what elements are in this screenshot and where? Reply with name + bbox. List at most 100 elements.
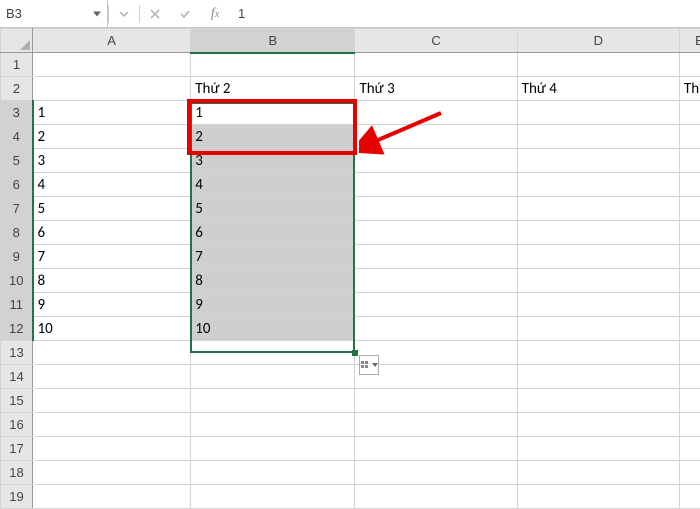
cell-C8[interactable] [355, 221, 517, 245]
cell-A12[interactable]: 10 [33, 317, 191, 341]
fill-handle[interactable] [352, 350, 358, 356]
cell-C17[interactable] [355, 437, 517, 461]
cell-A1[interactable] [33, 53, 191, 77]
row-header-15[interactable]: 15 [1, 389, 33, 413]
cell-B1[interactable] [191, 53, 355, 77]
cell-E2[interactable]: Thứ [679, 77, 700, 101]
row-header-19[interactable]: 19 [1, 485, 33, 509]
cell-E4[interactable] [679, 125, 700, 149]
cell-C16[interactable] [355, 413, 517, 437]
cell-E10[interactable] [679, 269, 700, 293]
cell-B2[interactable]: Thứ 2 [191, 77, 355, 101]
row-header-13[interactable]: 13 [1, 341, 33, 365]
row-header-1[interactable]: 1 [1, 53, 33, 77]
cell-C2[interactable]: Thứ 3 [355, 77, 517, 101]
cell-E16[interactable] [679, 413, 700, 437]
cell-D18[interactable] [517, 461, 679, 485]
cell-C5[interactable] [355, 149, 517, 173]
cell-C11[interactable] [355, 293, 517, 317]
cell-D3[interactable] [517, 101, 679, 125]
name-box[interactable]: B3 [0, 0, 108, 27]
row-header-18[interactable]: 18 [1, 461, 33, 485]
col-header-B[interactable]: B [191, 29, 355, 53]
cell-C13[interactable] [355, 341, 517, 365]
cell-C1[interactable] [355, 53, 517, 77]
cell-D19[interactable] [517, 485, 679, 509]
cell-B12[interactable]: 10 [191, 317, 355, 341]
cell-E3[interactable] [679, 101, 700, 125]
cell-B15[interactable] [191, 389, 355, 413]
cell-C15[interactable] [355, 389, 517, 413]
row-header-14[interactable]: 14 [1, 365, 33, 389]
cell-A19[interactable] [33, 485, 191, 509]
cell-C12[interactable] [355, 317, 517, 341]
cell-D14[interactable] [517, 365, 679, 389]
cell-A13[interactable] [33, 341, 191, 365]
cell-A16[interactable] [33, 413, 191, 437]
cell-E7[interactable] [679, 197, 700, 221]
cell-D11[interactable] [517, 293, 679, 317]
row-header-10[interactable]: 10 [1, 269, 33, 293]
row-header-7[interactable]: 7 [1, 197, 33, 221]
cell-A15[interactable] [33, 389, 191, 413]
cell-D16[interactable] [517, 413, 679, 437]
cell-A9[interactable]: 7 [33, 245, 191, 269]
cell-B4[interactable]: 2 [191, 125, 355, 149]
col-header-E[interactable]: E [679, 29, 700, 53]
row-header-17[interactable]: 17 [1, 437, 33, 461]
cell-A10[interactable]: 8 [33, 269, 191, 293]
cell-D8[interactable] [517, 221, 679, 245]
cell-D17[interactable] [517, 437, 679, 461]
cell-A8[interactable]: 6 [33, 221, 191, 245]
cell-A7[interactable]: 5 [33, 197, 191, 221]
cell-C9[interactable] [355, 245, 517, 269]
autofill-options-button[interactable] [359, 355, 379, 375]
cell-C14[interactable] [355, 365, 517, 389]
cell-A18[interactable] [33, 461, 191, 485]
cell-D12[interactable] [517, 317, 679, 341]
formula-bar-input[interactable]: 1 [230, 6, 700, 21]
cell-E13[interactable] [679, 341, 700, 365]
cell-C10[interactable] [355, 269, 517, 293]
cell-A17[interactable] [33, 437, 191, 461]
cell-A5[interactable]: 3 [33, 149, 191, 173]
cell-E6[interactable] [679, 173, 700, 197]
cell-E14[interactable] [679, 365, 700, 389]
cell-E19[interactable] [679, 485, 700, 509]
cell-D9[interactable] [517, 245, 679, 269]
row-header-4[interactable]: 4 [1, 125, 33, 149]
col-header-D[interactable]: D [517, 29, 679, 53]
cell-A3[interactable]: 1 [33, 101, 191, 125]
cell-E11[interactable] [679, 293, 700, 317]
cell-B11[interactable]: 9 [191, 293, 355, 317]
cell-C3[interactable] [355, 101, 517, 125]
cell-D13[interactable] [517, 341, 679, 365]
row-header-5[interactable]: 5 [1, 149, 33, 173]
row-header-2[interactable]: 2 [1, 77, 33, 101]
cell-D6[interactable] [517, 173, 679, 197]
cell-B7[interactable]: 5 [191, 197, 355, 221]
cell-C7[interactable] [355, 197, 517, 221]
cell-D4[interactable] [517, 125, 679, 149]
cell-A4[interactable]: 2 [33, 125, 191, 149]
col-header-C[interactable]: C [355, 29, 517, 53]
expand-namebox-button[interactable] [109, 0, 139, 27]
cell-E12[interactable] [679, 317, 700, 341]
cancel-icon[interactable] [140, 0, 170, 27]
row-header-3[interactable]: 3 [1, 101, 33, 125]
cell-B16[interactable] [191, 413, 355, 437]
cell-B14[interactable] [191, 365, 355, 389]
cell-E1[interactable] [679, 53, 700, 77]
cell-E9[interactable] [679, 245, 700, 269]
spreadsheet-grid[interactable]: ABCDE12Thứ 2Thứ 3Thứ 4Thứ311422533644755… [0, 28, 700, 509]
cell-B18[interactable] [191, 461, 355, 485]
cell-C19[interactable] [355, 485, 517, 509]
cell-E8[interactable] [679, 221, 700, 245]
fx-icon[interactable]: fx [200, 0, 230, 27]
cell-B3[interactable]: 1 [191, 101, 355, 125]
row-header-16[interactable]: 16 [1, 413, 33, 437]
col-header-A[interactable]: A [33, 29, 191, 53]
cell-D15[interactable] [517, 389, 679, 413]
cell-A2[interactable] [33, 77, 191, 101]
cell-B19[interactable] [191, 485, 355, 509]
